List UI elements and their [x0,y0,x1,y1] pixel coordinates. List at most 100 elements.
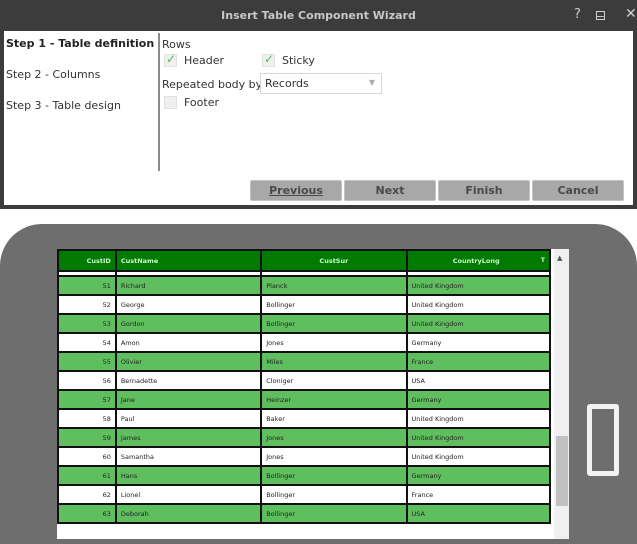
rows-label: Rows [162,38,191,51]
button-bar: Previous Next Finish Cancel [250,180,624,201]
steps-divider [158,33,160,171]
column-header-custid[interactable]: CustID [57,249,117,272]
table-row[interactable]: 56 Bernadette Cloniger USA [57,370,552,391]
step-table-definition[interactable]: Step 1 - Table definition [6,37,156,68]
table-row[interactable]: 55 Olivier Miles France [57,351,552,372]
cell-custsur: Bollinger [260,503,408,524]
cell-custid: 51 [57,275,117,296]
sticky-checkbox[interactable]: ✓ Sticky [262,52,315,67]
checkbox-box[interactable]: ✓ [262,52,275,67]
table-row[interactable]: 57 Jane Heinzer Germany [57,389,552,410]
header-label: Header [184,54,225,67]
repeated-body-label: Repeated body by: [162,78,266,91]
close-icon[interactable]: ✕ [625,6,637,22]
header-checkbox[interactable]: ✓ Header [164,52,225,67]
cell-custsur: Planck [260,275,408,296]
table-row[interactable]: 51 Richard Planck United Kingdom [57,275,552,296]
column-header-custsur[interactable]: CustSur [260,249,408,272]
maximize-icon[interactable] [596,11,605,20]
cell-custname: Samantha [114,446,263,467]
cell-custname: Jane [114,389,263,410]
cell-custsur: Bollinger [260,484,408,505]
cell-custid: 56 [57,370,117,391]
cell-custid: 61 [57,465,117,486]
cell-custname: Richard [114,275,263,296]
scroll-thumb[interactable] [556,436,568,506]
cancel-button[interactable]: Cancel [532,180,624,201]
table-header-row: CustID CustName CustSur CountryLong T [57,249,552,272]
cell-countrylong: United Kingdom [405,313,552,334]
footer-label: Footer [184,96,219,109]
checkbox-box[interactable]: ✓ [164,52,177,67]
cell-custid: 57 [57,389,117,410]
scroll-up-icon[interactable]: ▲ [557,254,562,262]
cell-custname: Paul [114,408,263,429]
cell-custsur: Bollinger [260,313,408,334]
cell-custid: 59 [57,427,117,448]
table-row[interactable]: 52 George Bollinger United Kingdom [57,294,552,315]
cell-countrylong: United Kingdom [405,275,552,296]
cell-custid: 52 [57,294,117,315]
cell-countrylong: United Kingdom [405,408,552,429]
checkbox-box[interactable] [164,96,177,109]
cell-countrylong: United Kingdom [405,294,552,315]
table-row[interactable]: 53 Gordon Bollinger United Kingdom [57,313,552,334]
cell-custid: 63 [57,503,117,524]
repeated-body-select[interactable]: Records ▼ [260,73,382,94]
cell-custsur: Miles [260,351,408,372]
previous-label: Previous [269,184,323,197]
cell-custsur: Cloniger [260,370,408,391]
finish-button[interactable]: Finish [438,180,530,201]
data-grid: CustID CustName CustSur CountryLong T 51… [57,249,569,539]
cell-custid: 58 [57,408,117,429]
step-columns[interactable]: Step 2 - Columns [6,68,156,99]
cell-countrylong: Germany [405,389,552,410]
cell-custsur: Jones [260,427,408,448]
table-row[interactable]: 62 Lionel Bollinger France [57,484,552,505]
cell-custid: 54 [57,332,117,353]
cell-custsur: Baker [260,408,408,429]
cell-custname: James [114,427,263,448]
table-row[interactable]: 58 Paul Baker United Kingdom [57,408,552,429]
cell-custsur: Jones [260,332,408,353]
cell-custname: Gordon [114,313,263,334]
table-row[interactable]: 63 Deborah Bollinger USA [57,503,552,524]
next-button[interactable]: Next [344,180,436,201]
countrylong-label: CountryLong [452,256,500,265]
footer-checkbox[interactable]: Footer [164,96,219,109]
table-body: 51 Richard Planck United Kingdom 52 George Bol… [57,270,552,524]
home-button[interactable] [587,404,619,476]
cell-countrylong: Germany [405,332,552,353]
cell-custsur: Heinzer [260,389,408,410]
table-row[interactable]: 60 Samantha Jones United Kingdom [57,446,552,467]
cell-custname: Deborah [114,503,263,524]
help-icon[interactable]: ? [574,7,581,22]
cell-custname: Bernadette [114,370,263,391]
table-row[interactable]: 59 James Jones United Kingdom [57,427,552,448]
column-header-custname[interactable]: CustName [114,249,263,272]
cell-custname: Olivier [114,351,263,372]
cell-countrylong: USA [405,503,552,524]
customer-table: CustID CustName CustSur CountryLong T 51… [57,249,552,524]
step-table-design[interactable]: Step 3 - Table design [6,99,156,130]
cell-custid: 62 [57,484,117,505]
wizard-dialog: Insert Table Component Wizard ? _ ✕ Step… [0,0,637,209]
vertical-scrollbar[interactable]: ▲ [554,249,569,539]
cell-custname: Hans [114,465,263,486]
check-icon: ✓ [166,52,177,66]
cell-countrylong: USA [405,370,552,391]
window-title: Insert Table Component Wizard [221,9,416,22]
cell-custname: George [114,294,263,315]
cell-countrylong: France [405,484,552,505]
previous-button[interactable]: Previous [250,180,342,201]
column-header-countrylong[interactable]: CountryLong T [405,249,552,272]
phone-preview: CustID CustName CustSur CountryLong T 51… [0,224,637,544]
table-row[interactable]: 61 Hans Bollinger Germany [57,465,552,486]
cell-countrylong: France [405,351,552,372]
cell-custname: Amon [114,332,263,353]
filter-icon[interactable]: T [541,257,545,264]
cell-custsur: Bollinger [260,294,408,315]
title-bar[interactable]: Insert Table Component Wizard ? _ ✕ [0,0,637,31]
table-row[interactable]: 54 Amon Jones Germany [57,332,552,353]
cell-custname: Lionel [114,484,263,505]
